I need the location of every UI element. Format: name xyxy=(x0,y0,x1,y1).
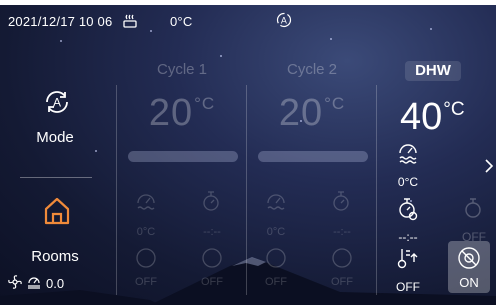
disinfect-icon xyxy=(457,246,481,275)
energy-value: 0.0 xyxy=(46,276,65,291)
dhw-faded-timer-icon xyxy=(462,196,486,227)
cycle2-title: Cycle 2 xyxy=(286,61,338,78)
cycle2-boost-icon xyxy=(264,246,288,275)
auto-mode-indicator-icon: A xyxy=(276,12,292,31)
cycle2-temp-unit: °C xyxy=(324,94,346,113)
auto-cycle-icon[interactable]: A xyxy=(43,88,71,121)
cycle2-slider[interactable] xyxy=(258,151,368,162)
meter-icon xyxy=(27,275,41,292)
mode-button-label[interactable]: Mode xyxy=(0,129,110,146)
cycle2-temperature: 20°C xyxy=(278,92,346,134)
outdoor-temp: 0°C xyxy=(170,14,193,29)
cycle2-gauge-icon xyxy=(264,190,288,219)
column-separator xyxy=(246,85,247,295)
dhw-boost-state: OFF xyxy=(396,280,420,294)
cycle1-value-0: 0°C xyxy=(136,226,156,238)
svg-text:A: A xyxy=(281,16,287,26)
dhw-temp-unit: °C xyxy=(443,99,465,120)
cycle1-value-2: OFF xyxy=(135,276,157,288)
cycle2-value-3: OFF xyxy=(331,276,353,288)
cycle1-value-1: --:-- xyxy=(203,226,221,238)
home-icon[interactable] xyxy=(44,197,70,230)
left-divider xyxy=(20,177,92,178)
cycle1-timer-icon xyxy=(200,190,224,219)
column-separator xyxy=(116,85,117,295)
cycle1-temp-unit: °C xyxy=(194,94,216,113)
cycle1-title: Cycle 1 xyxy=(156,61,208,78)
svg-text:A: A xyxy=(53,96,61,110)
cycle2-value-0: 0°C xyxy=(266,226,286,238)
cycle2-value-1: --:-- xyxy=(333,226,351,238)
dhw-boost-icon[interactable] xyxy=(396,246,420,277)
cycle2-value-2: OFF xyxy=(265,276,287,288)
chevron-right-icon[interactable] xyxy=(484,158,494,179)
home-screen: 2021/12/17 10 06 0°C A A Mode Rooms 0.0 … xyxy=(0,0,496,305)
column-separator xyxy=(376,85,377,295)
disinfect-state: ON xyxy=(459,275,479,290)
dhw-temperature: 40°C xyxy=(400,96,465,138)
heater-icon xyxy=(122,13,138,32)
cycle2-timer-icon xyxy=(330,190,354,219)
dhw-tank-temp: 0°C xyxy=(397,175,419,189)
dhw-title: DHW xyxy=(405,61,461,81)
datetime-text: 2021/12/17 10 06 xyxy=(8,14,113,29)
cycle2-eco-icon xyxy=(330,246,354,275)
cycle1-gauge-icon xyxy=(134,190,158,219)
cycle1-slider[interactable] xyxy=(128,151,238,162)
rooms-button-label[interactable]: Rooms xyxy=(0,248,110,265)
disinfect-toggle[interactable]: ON xyxy=(448,241,490,293)
cycle1-boost-icon xyxy=(134,246,158,275)
dhw-timer-value: --:-- xyxy=(398,230,418,244)
fan-icon xyxy=(8,275,22,292)
cycle1-value-3: OFF xyxy=(201,276,223,288)
dhw-timer-icon[interactable] xyxy=(396,196,420,227)
status-bar: 2021/12/17 10 06 0°C A xyxy=(8,12,292,29)
cycle1-eco-icon xyxy=(200,246,224,275)
tank-gauge-icon xyxy=(396,140,420,171)
cycle1-temperature: 20°C xyxy=(148,92,216,134)
